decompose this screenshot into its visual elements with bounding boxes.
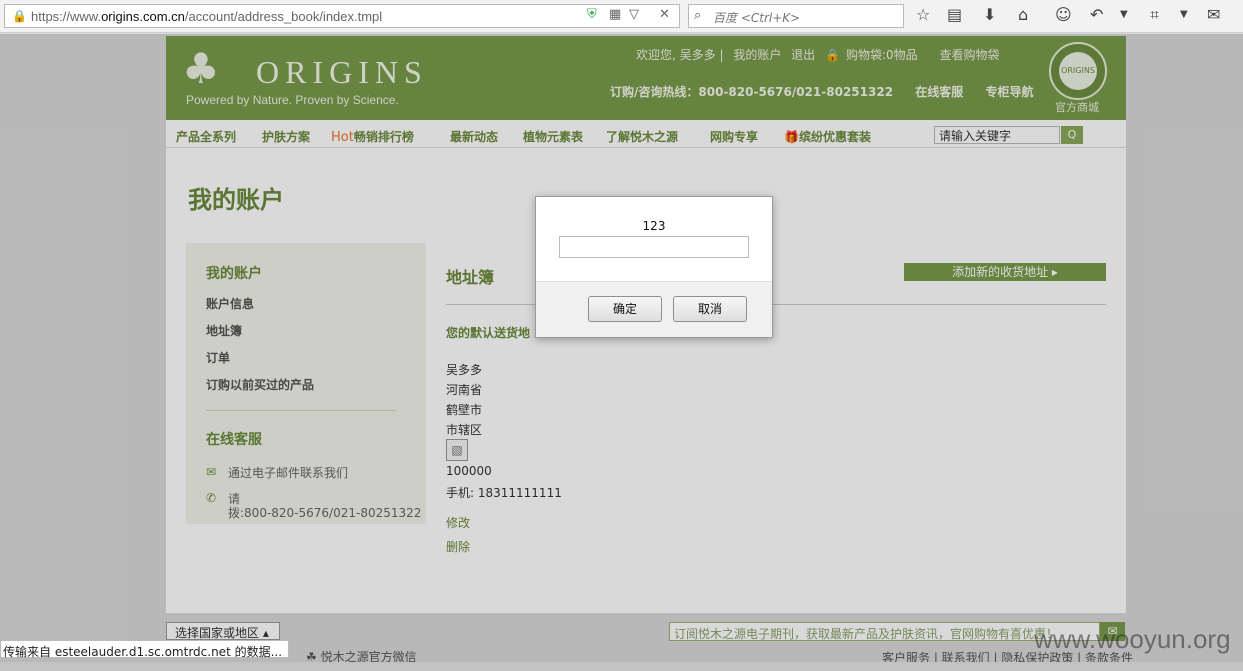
chevron-down-icon[interactable]: ▼ — [1120, 9, 1128, 20]
dialog-footer: 确定 取消 — [536, 281, 772, 337]
modal-overlay — [0, 34, 1243, 671]
message-icon[interactable]: ✉ — [1207, 5, 1220, 24]
download-icon[interactable]: ⬇ — [983, 5, 996, 24]
browser-toolbar: 🔒 https://www.origins.com.cn/account/add… — [0, 0, 1243, 33]
url-text[interactable]: https://www.origins.com.cn/account/addre… — [31, 9, 382, 24]
lock-icon: 🔒 — [12, 9, 27, 23]
qrcode-icon[interactable]: ▦ — [609, 7, 621, 22]
search-icon: ⌕ — [694, 8, 702, 23]
star-icon[interactable]: ☆ — [916, 5, 930, 24]
chat-icon[interactable]: ☺ — [1055, 5, 1072, 24]
search-placeholder: 百度 <Ctrl+K> — [713, 11, 801, 25]
url-prefix: https://www. — [31, 9, 102, 24]
menu-chevron-icon[interactable]: ▼ — [1180, 9, 1188, 20]
ok-button[interactable]: 确定 — [588, 296, 662, 322]
cancel-button[interactable]: 取消 — [673, 296, 747, 322]
close-icon[interactable]: ✕ — [659, 7, 670, 22]
shield-icon[interactable]: ⛨ — [587, 7, 597, 22]
url-path: /account/address_book/index.tmpl — [184, 9, 383, 24]
reader-icon[interactable]: ▤ — [947, 5, 962, 24]
dialog-message: 123 — [642, 219, 666, 233]
prompt-dialog: 123 确定 取消 — [535, 196, 773, 338]
address-bar[interactable]: 🔒 https://www.origins.com.cn/account/add… — [4, 4, 680, 28]
home-icon[interactable]: ⌂ — [1018, 5, 1028, 24]
dialog-input[interactable] — [559, 236, 749, 258]
crop-icon[interactable]: ⌗ — [1150, 5, 1159, 25]
search-bar[interactable]: ⌕ 百度 <Ctrl+K> — [688, 4, 904, 28]
url-domain: origins.com.cn — [101, 9, 185, 24]
dropdown-icon[interactable]: ▽ — [629, 7, 639, 22]
undo-icon[interactable]: ↶ — [1090, 5, 1103, 24]
status-bar: 传输来自 esteelauder.d1.sc.omtrdc.net 的数据... — [0, 640, 290, 659]
